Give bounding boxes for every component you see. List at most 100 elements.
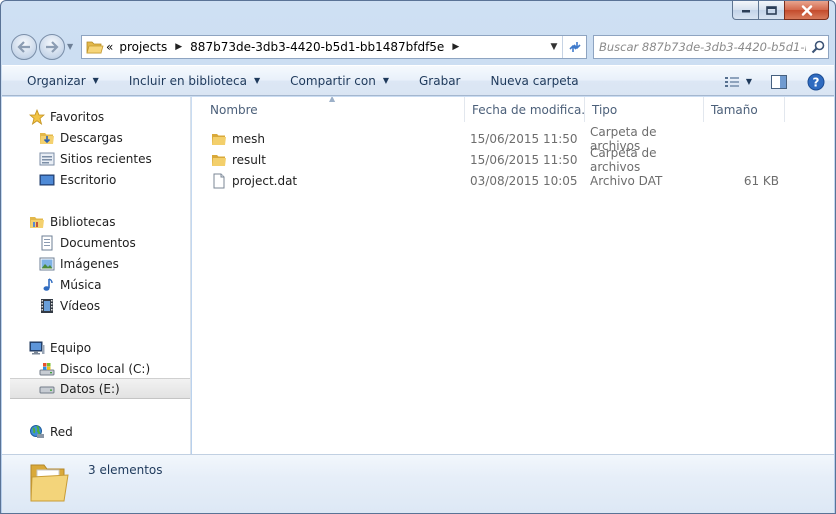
burn-button[interactable]: Grabar xyxy=(404,74,476,88)
search-icon xyxy=(811,40,825,54)
share-menu[interactable]: Compartir con ▼ xyxy=(275,74,404,88)
column-label: Nombre xyxy=(210,102,258,117)
computer-icon xyxy=(28,340,45,356)
command-bar-right: ▼ ? xyxy=(716,66,834,97)
sidebar-item-videos[interactable]: Vídeos xyxy=(2,295,190,316)
address-history-dropdown[interactable]: ▼ xyxy=(546,36,562,58)
organize-menu[interactable]: Organizar ▼ xyxy=(2,74,114,88)
maximize-button[interactable] xyxy=(758,1,785,20)
recent-places-icon xyxy=(38,151,55,167)
file-name-cell: result xyxy=(192,152,465,168)
sidebar-item-label: Descargas xyxy=(60,130,123,145)
details-pane: 3 elementos xyxy=(2,454,834,513)
sidebar-item-pictures[interactable]: Imágenes xyxy=(2,253,190,274)
maximize-icon xyxy=(766,5,777,15)
file-date: 15/06/2015 11:50 xyxy=(470,152,578,167)
column-header: ▲ Nombre Fecha de modifica... Tipo Tamañ… xyxy=(192,97,786,122)
refresh-button[interactable] xyxy=(562,36,586,58)
file-row[interactable]: project.dat 03/08/2015 10:05 Archivo DAT… xyxy=(192,170,786,191)
sidebar-item-music[interactable]: Música xyxy=(2,274,190,295)
sidebar-item-computer[interactable]: Equipo xyxy=(2,337,190,358)
recent-pages-dropdown[interactable]: ▼ xyxy=(67,42,73,51)
sidebar-item-label: Escritorio xyxy=(60,172,117,187)
folder-large-icon xyxy=(30,464,69,502)
file-date: 15/06/2015 11:50 xyxy=(470,131,578,146)
change-view-button[interactable]: ▼ xyxy=(716,76,760,88)
sidebar-item-favorites[interactable]: Favoritos xyxy=(2,106,190,127)
command-bar: Organizar ▼ Incluir en biblioteca ▼ Compar… xyxy=(2,65,834,96)
folder-icon xyxy=(211,131,228,147)
forward-button[interactable] xyxy=(39,34,65,60)
view-details-icon xyxy=(724,76,739,87)
chevron-down-icon: ▼ xyxy=(382,76,389,85)
breadcrumb-overflow[interactable]: « xyxy=(104,40,115,54)
breadcrumb-separator-icon[interactable]: ▶ xyxy=(448,42,463,52)
file-name-cell: mesh xyxy=(192,131,465,147)
sidebar-item-local-disk-c[interactable]: Disco local (C:) xyxy=(2,358,190,379)
include-library-menu[interactable]: Incluir en biblioteca ▼ xyxy=(114,74,275,88)
column-header-type[interactable]: Tipo xyxy=(585,97,704,122)
sidebar-item-documents[interactable]: Documentos xyxy=(2,232,190,253)
search-box[interactable] xyxy=(593,35,829,59)
preview-pane-button[interactable] xyxy=(760,74,798,89)
file-name: result xyxy=(232,152,266,167)
window-controls xyxy=(732,1,829,20)
burn-label: Grabar xyxy=(418,73,461,88)
column-header-size[interactable]: Tamaño xyxy=(704,97,785,122)
file-type: Archivo DAT xyxy=(590,173,663,188)
drive-icon xyxy=(38,381,55,397)
sidebar-item-data-e[interactable]: Datos (E:) xyxy=(10,378,190,399)
arrow-left-icon xyxy=(17,41,30,53)
search-input[interactable] xyxy=(594,37,808,57)
sidebar-item-network[interactable]: Red xyxy=(2,421,190,442)
downloads-folder-icon xyxy=(38,130,55,146)
back-button[interactable] xyxy=(11,34,37,60)
svg-text:?: ? xyxy=(813,75,820,89)
help-icon: ? xyxy=(807,73,825,90)
help-button[interactable]: ? xyxy=(798,73,834,91)
chevron-down-icon: ▼ xyxy=(92,76,99,85)
pictures-icon xyxy=(38,256,55,272)
music-icon xyxy=(38,277,55,293)
sidebar-item-downloads[interactable]: Descargas xyxy=(2,127,190,148)
refresh-icon xyxy=(568,42,581,52)
search-button[interactable] xyxy=(808,40,828,54)
libraries-icon xyxy=(28,214,45,230)
sidebar-item-desktop[interactable]: Escritorio xyxy=(2,169,190,190)
sidebar-item-recent-places[interactable]: Sitios recientes xyxy=(2,148,190,169)
arrow-right-icon xyxy=(46,41,59,53)
sidebar-item-label: Música xyxy=(60,277,102,292)
column-label: Tipo xyxy=(592,102,618,117)
close-icon xyxy=(801,4,812,16)
column-header-date[interactable]: Fecha de modifica... xyxy=(465,97,585,122)
breadcrumb-projects[interactable]: projects xyxy=(115,40,171,54)
videos-icon xyxy=(38,298,55,314)
chevron-down-icon: ▼ xyxy=(254,76,261,85)
documents-icon xyxy=(38,235,55,251)
close-button[interactable] xyxy=(784,1,829,20)
minimize-button[interactable] xyxy=(732,1,759,20)
explorer-window: ▼ « projects ▶ 887b73de-3db3-4420-b5d1-b… xyxy=(0,0,836,514)
breadcrumb-current-folder[interactable]: 887b73de-3db3-4420-b5d1-bb1487bfdf5e xyxy=(186,40,448,54)
column-label: Fecha de modifica... xyxy=(472,102,585,117)
folder-icon xyxy=(86,41,104,54)
sidebar-item-label: Sitios recientes xyxy=(60,151,152,166)
column-label: Tamaño xyxy=(711,102,758,117)
sidebar-item-label: Red xyxy=(50,424,73,439)
sidebar-item-label: Equipo xyxy=(50,340,92,355)
breadcrumb-separator-icon[interactable]: ▶ xyxy=(171,42,186,52)
sidebar-item-libraries[interactable]: Bibliotecas xyxy=(2,211,190,232)
address-bar[interactable]: « projects ▶ 887b73de-3db3-4420-b5d1-bb1… xyxy=(81,35,587,59)
new-folder-button[interactable]: Nueva carpeta xyxy=(475,74,593,88)
sidebar-item-label: Disco local (C:) xyxy=(60,361,151,376)
sidebar-item-label: Documentos xyxy=(60,235,136,250)
sidebar-item-label: Favoritos xyxy=(50,109,105,124)
sidebar-item-label: Bibliotecas xyxy=(50,214,116,229)
file-icon xyxy=(211,173,228,189)
file-row[interactable]: result 15/06/2015 11:50 Carpeta de archi… xyxy=(192,146,786,174)
system-drive-icon xyxy=(38,361,55,377)
column-header-name[interactable]: ▲ Nombre xyxy=(192,97,465,122)
network-icon xyxy=(28,424,45,440)
sidebar-item-label: Datos (E:) xyxy=(60,381,120,396)
file-size: 61 KB xyxy=(743,173,779,188)
